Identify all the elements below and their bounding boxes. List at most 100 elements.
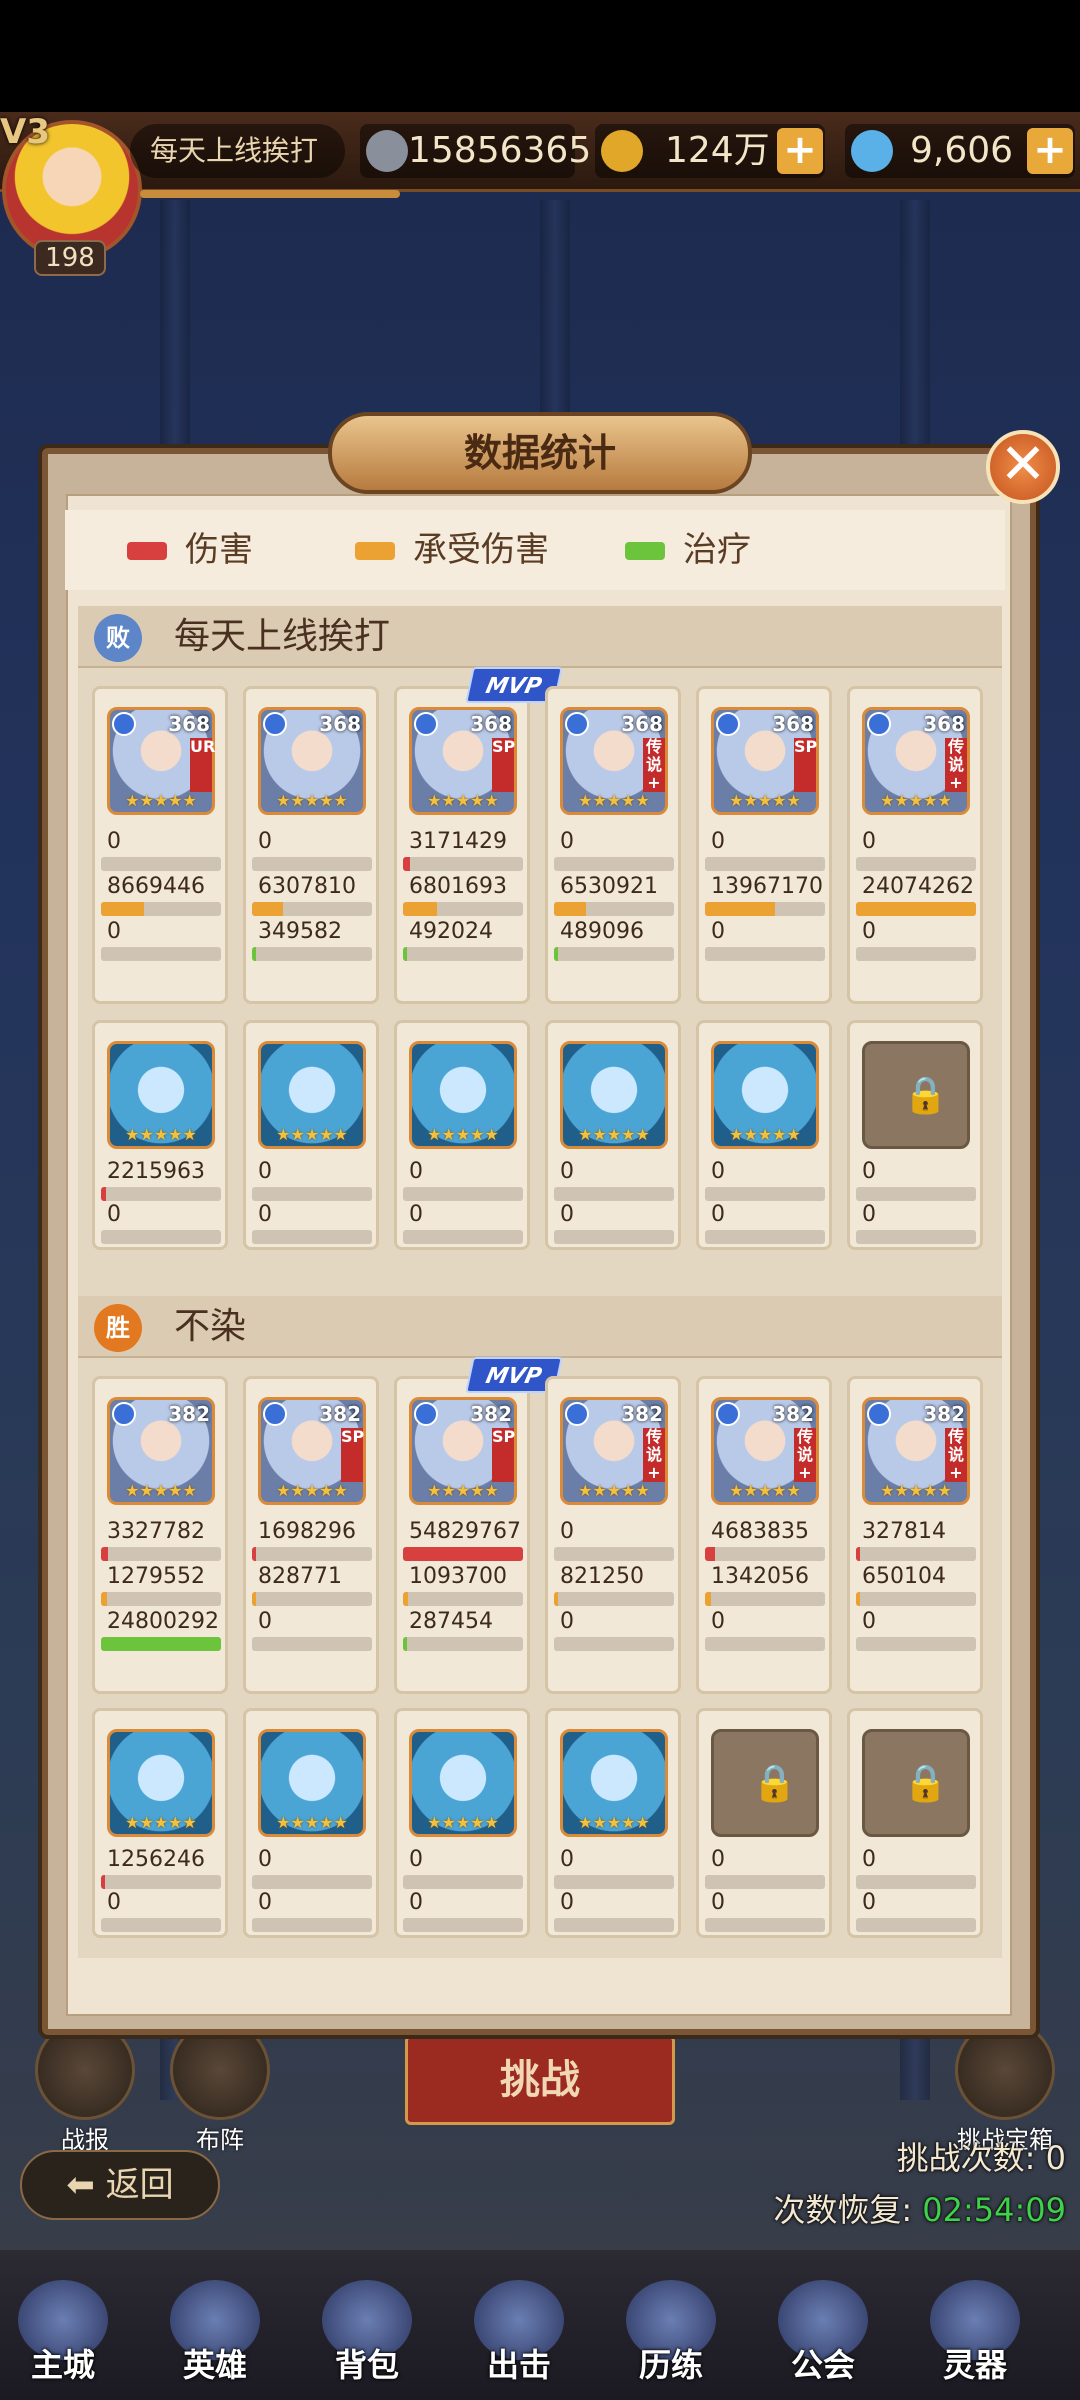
nav-item[interactable]: 主城 [8, 2280, 118, 2390]
hero-card[interactable]: 382 传说+ ★★★★★ 4683835 1342056 0 [696, 1376, 832, 1694]
close-button[interactable]: ✕ [986, 430, 1060, 504]
damage-bar [705, 1187, 825, 1201]
hero-card[interactable]: 368 传说+ ★★★★★ 0 6530921 489096 [545, 686, 681, 1004]
add-gold-button[interactable]: + [777, 128, 823, 174]
team-name: 每天上线挨打 [174, 616, 391, 657]
taken-bar-fill [705, 1592, 712, 1606]
nav-item[interactable]: 英雄 [160, 2280, 270, 2390]
crossed-swords-icon [366, 130, 408, 172]
diamond-icon [851, 130, 893, 172]
taken-bar [554, 1592, 674, 1606]
heal-bar [403, 1918, 523, 1932]
add-diamond-button[interactable]: + [1027, 128, 1073, 174]
legend-healing-label: 治疗 [683, 530, 751, 570]
nav-label: 背包 [334, 2346, 399, 2384]
battle-report-button[interactable]: 战报 [30, 2020, 140, 2155]
damage-bar [856, 1547, 976, 1561]
nav-item[interactable]: 出击 [464, 2280, 574, 2390]
pet-card[interactable]: ★★★★★ 0 0 [243, 1708, 379, 1938]
heal-value: 0 [711, 1890, 725, 1915]
hero-card[interactable]: 368 ★★★★★ 0 6307810 349582 [243, 686, 379, 1004]
hero-portrait: 382 传说+ ★★★★★ [711, 1397, 819, 1505]
back-button[interactable]: ⬅ 返回 [20, 2150, 220, 2220]
pet-portrait: ★★★★★ [560, 1729, 668, 1837]
nav-item[interactable]: 公会 [768, 2280, 878, 2390]
pet-card[interactable]: ★★★★★ 0 0 [394, 1020, 530, 1250]
pet-card[interactable]: ★★★★★ 0 0 [545, 1708, 681, 1938]
heal-value: 0 [711, 919, 725, 944]
tier-badge: 传说+ [945, 738, 967, 792]
locked-portrait: 🔒 [862, 1729, 970, 1837]
damage-bar-fill [252, 1547, 256, 1561]
element-icon [565, 712, 589, 736]
team-stats-grid: 368 UR ★★★★★ 0 8669446 0 368 ★★★★★ 0 6307810 34958… [78, 667, 1002, 1296]
nav-label: 灵器 [942, 2346, 1007, 2384]
damage-bar [705, 857, 825, 871]
tier-badge: 传说+ [643, 1428, 665, 1482]
heal-value: 24800292 [107, 1609, 219, 1634]
hero-card[interactable]: 368 SP ★★★★★ MVP 3171429 6801693 492024 [394, 667, 563, 1004]
lock-icon: 🔒 [903, 1075, 948, 1116]
damage-bar-fill [705, 1547, 716, 1561]
damage-bar [403, 857, 523, 871]
heal-bar [856, 947, 976, 961]
star-rating: ★★★★★ [125, 1813, 197, 1832]
pet-card[interactable]: ★★★★★ 0 0 [243, 1020, 379, 1250]
hero-card[interactable]: 382 SP ★★★★★ 1698296 828771 0 [243, 1376, 379, 1694]
heal-value: 0 [107, 1202, 121, 1227]
hero-portrait: 368 ★★★★★ [258, 707, 366, 815]
hero-portrait: 382 传说+ ★★★★★ [862, 1397, 970, 1505]
hero-card[interactable]: 382 传说+ ★★★★★ 0 821250 0 [545, 1376, 681, 1694]
damage-value: 0 [711, 829, 725, 854]
formation-button[interactable]: 布阵 [165, 2020, 275, 2155]
pet-card[interactable]: ★★★★★ 0 0 [696, 1020, 832, 1250]
hero-card[interactable]: 368 UR ★★★★★ 0 8669446 0 [92, 686, 228, 1004]
heal-bar [101, 947, 221, 961]
pet-card[interactable]: ★★★★★ 1256246 0 [92, 1708, 228, 1938]
damage-bar [101, 1875, 221, 1889]
nav-item[interactable]: 灵器 [920, 2280, 1030, 2390]
challenge-button[interactable]: 挑战 [405, 2035, 675, 2125]
heal-bar [705, 947, 825, 961]
pet-card[interactable]: ★★★★★ 0 0 [545, 1020, 681, 1250]
damage-bar-fill [856, 1547, 860, 1561]
damage-value: 2215963 [107, 1159, 205, 1184]
hero-card[interactable]: 382 SP ★★★★★ MVP 54829767 1093700 287454 [394, 1357, 563, 1694]
taken-bar [101, 1592, 221, 1606]
tier-badge: SP [492, 738, 515, 792]
hero-card[interactable]: 382 ★★★★★ 3327782 1279552 24800292 [92, 1376, 228, 1694]
taken-value: 6801693 [409, 874, 507, 899]
damage-value: 0 [258, 829, 272, 854]
locked-pet-slot[interactable]: 🔒 0 0 [847, 1708, 983, 1938]
locked-pet-slot[interactable]: 🔒 0 0 [696, 1708, 832, 1938]
diamond-value: 9,606 [910, 130, 1014, 171]
heal-bar-fill [554, 947, 558, 961]
nav-item[interactable]: 历练 [616, 2280, 726, 2390]
heal-value: 349582 [258, 919, 342, 944]
heal-bar [554, 1918, 674, 1932]
locked-pet-slot[interactable]: 🔒 0 0 [847, 1020, 983, 1250]
formation-label: 布阵 [196, 2126, 244, 2154]
hero-card[interactable]: 368 传说+ ★★★★★ 0 24074262 0 [847, 686, 983, 1004]
damage-value: 327814 [862, 1519, 946, 1544]
heal-value: 0 [560, 1609, 574, 1634]
heal-value: 0 [862, 1890, 876, 1915]
pet-portrait: ★★★★★ [711, 1041, 819, 1149]
taken-bar [403, 902, 523, 916]
star-rating: ★★★★★ [125, 1125, 197, 1144]
damage-taken-swatch [355, 542, 395, 560]
pet-card[interactable]: ★★★★★ 0 0 [394, 1708, 530, 1938]
nav-item[interactable]: 背包 [312, 2280, 422, 2390]
pet-card[interactable]: ★★★★★ 2215963 0 [92, 1020, 228, 1250]
legend: 伤害 承受伤害 治疗 [65, 510, 1005, 590]
nav-label: 英雄 [182, 2346, 247, 2384]
heal-bar [554, 1230, 674, 1244]
heal-bar [554, 1637, 674, 1651]
damage-value: 3171429 [409, 829, 507, 854]
element-icon [263, 712, 287, 736]
result-badge: 败 [94, 614, 142, 662]
hero-card[interactable]: 368 SP ★★★★★ 0 13967170 0 [696, 686, 832, 1004]
hero-portrait: 368 传说+ ★★★★★ [560, 707, 668, 815]
hero-card[interactable]: 382 传说+ ★★★★★ 327814 650104 0 [847, 1376, 983, 1694]
tier-badge: UR [190, 738, 215, 792]
